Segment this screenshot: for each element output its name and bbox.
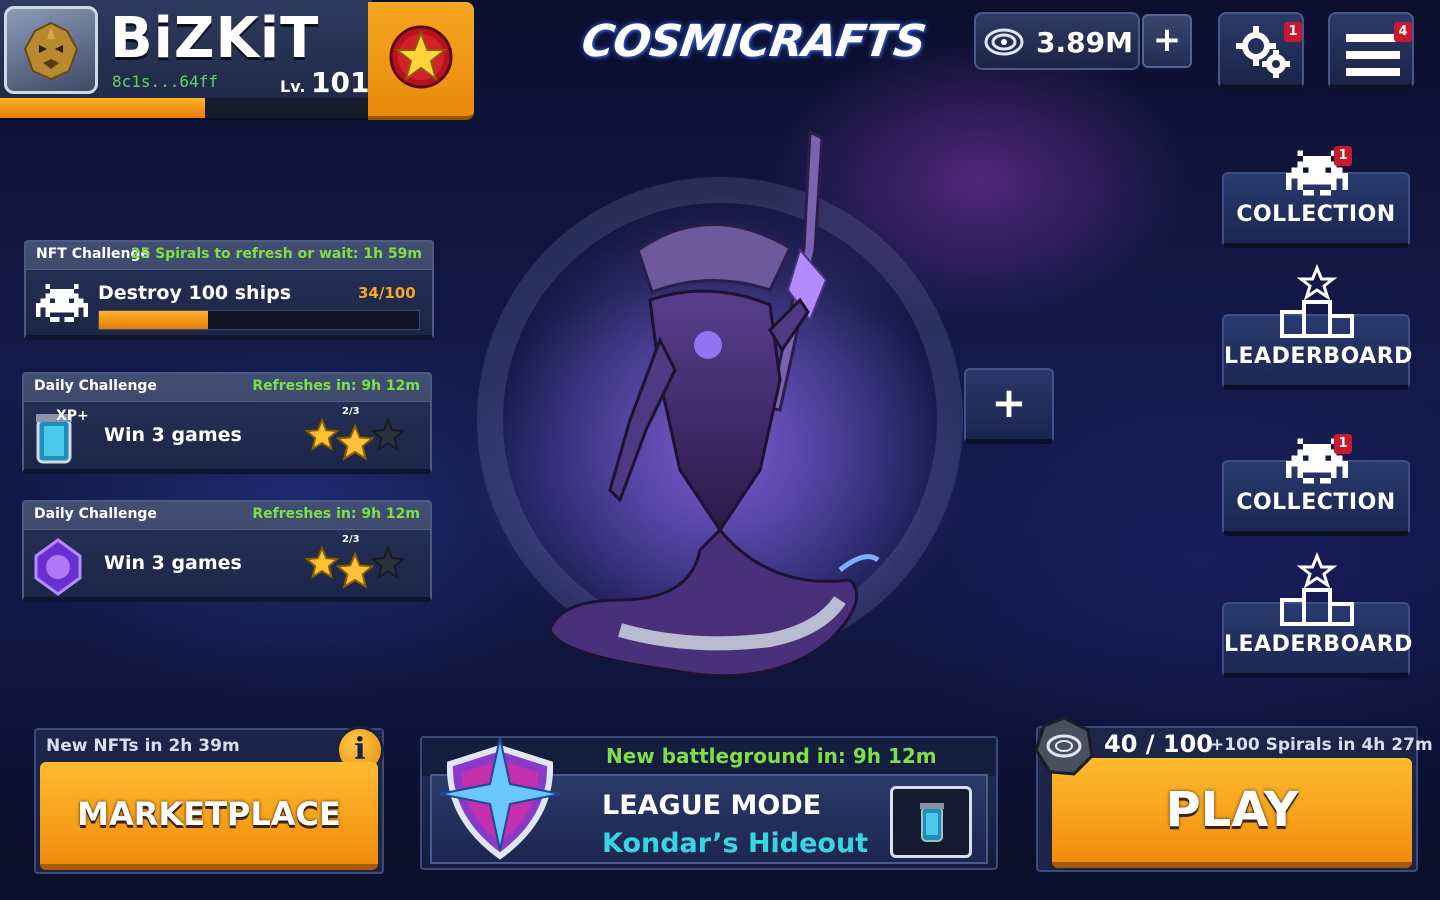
daily-challenge-title-1: Win 3 games <box>104 424 242 446</box>
star-filled-icon <box>304 545 340 580</box>
league-mode-title: LEAGUE MODE <box>602 790 822 821</box>
league-reward-slot[interactable] <box>890 786 972 858</box>
podium-icon <box>1280 264 1354 338</box>
battleground-timer: New battleground in: 9h 12m <box>606 744 937 768</box>
main-menu-button[interactable]: 4 <box>1328 12 1414 90</box>
player-profile-panel[interactable]: BiZKiT 8c1s...64ff Lv. 101 <box>0 0 372 120</box>
nft-challenge-progress-text: 34/100 <box>358 284 416 302</box>
daily-challenge-card-1[interactable]: Daily Challenge Refreshes in: 9h 12m XP+… <box>22 372 432 474</box>
commander-character <box>477 130 963 678</box>
xp-bar-fill <box>0 98 205 118</box>
daily-challenge-count-2: 2/3 <box>342 534 360 545</box>
daily-challenge-header-1: Daily Challenge Refreshes in: 9h 12m <box>24 374 430 402</box>
spirals-amount: 3.89M <box>1036 26 1133 59</box>
daily-challenge-count-1: 2/3 <box>342 406 360 417</box>
collection-notification-badge-1: 1 <box>1334 146 1352 166</box>
daily-challenge-label-1: Daily Challenge <box>34 378 157 394</box>
daily-challenge-stars-2 <box>304 545 414 594</box>
energy-refill-timer: +100 Spirals in 4h 27m <box>1210 735 1433 755</box>
podium-icon <box>1280 552 1354 626</box>
spiral-galaxy-icon <box>984 28 1024 56</box>
invader-icon <box>36 284 88 322</box>
nft-challenge-progress-bar <box>98 310 420 330</box>
star-filled-icon <box>335 423 375 461</box>
game-logo: COSMICRAFTS <box>578 16 929 67</box>
league-shield-icon <box>439 738 561 860</box>
daily-challenge-stars-1 <box>304 417 414 466</box>
spirals-currency: 3.89M <box>974 12 1140 70</box>
settings-notification-badge: 1 <box>1284 22 1302 42</box>
marketplace-panel: New NFTs in 2h 39m i MARKETPLACE <box>34 726 384 874</box>
settings-button[interactable]: 1 <box>1218 12 1304 90</box>
rank-star-icon <box>389 25 453 89</box>
nft-challenge-card[interactable]: NFT Challenge 25 Spirals to refresh or w… <box>24 240 434 340</box>
hamburger-menu-icon <box>1346 34 1400 76</box>
player-level: Lv. 101 <box>280 66 369 99</box>
nft-challenge-refresh: 25 Spirals to refresh or wait: 1h 59m <box>130 246 422 262</box>
menu-notification-badge: 4 <box>1394 22 1412 42</box>
star-rating <box>304 417 406 461</box>
level-number: 101 <box>310 66 370 99</box>
star-empty-icon <box>370 545 406 580</box>
leaderboard-label-1: LEADERBOARD <box>1224 344 1413 369</box>
daily-challenge-header-2: Daily Challenge Refreshes in: 9h 12m <box>24 502 430 530</box>
collection-label-2: COLLECTION <box>1236 490 1396 515</box>
daily-challenge-title-2: Win 3 games <box>104 552 242 574</box>
spiral-energy-icon <box>1034 716 1094 776</box>
new-nfts-countdown: New NFTs in 2h 39m <box>46 736 240 756</box>
lion-avatar-icon <box>23 21 79 81</box>
rank-button[interactable] <box>368 2 474 120</box>
play-button[interactable]: PLAY <box>1052 758 1412 868</box>
nft-challenge-progress-fill <box>99 311 208 329</box>
canister-icon <box>920 803 944 842</box>
player-name: BiZKiT <box>110 6 320 71</box>
daily-challenge-refresh-1: Refreshes in: 9h 12m <box>252 378 420 394</box>
add-unit-button[interactable]: + <box>964 368 1054 444</box>
daily-challenge-label-2: Daily Challenge <box>34 506 157 522</box>
star-filled-icon <box>335 551 375 589</box>
energy-count: 40 / 100 <box>1104 730 1213 758</box>
xp-badge-text: XP+ <box>56 408 89 424</box>
crystal-orb-icon <box>34 538 82 596</box>
star-filled-icon <box>304 417 340 452</box>
xp-bar <box>0 98 372 118</box>
leaderboard-label-2: LEADERBOARD <box>1224 632 1413 657</box>
wallet-address: 8c1s...64ff <box>112 72 218 91</box>
star-rating <box>304 545 406 589</box>
nft-challenge-header: NFT Challenge 25 Spirals to refresh or w… <box>26 242 432 270</box>
star-empty-icon <box>370 417 406 452</box>
level-prefix: Lv. <box>280 77 306 96</box>
player-avatar[interactable] <box>4 6 98 94</box>
marketplace-button[interactable]: MARKETPLACE <box>40 762 378 870</box>
league-map-name: Kondar’s Hideout <box>602 828 869 859</box>
daily-challenge-refresh-2: Refreshes in: 9h 12m <box>252 506 420 522</box>
nft-challenge-title: Destroy 100 ships <box>98 282 292 304</box>
collection-label-1: COLLECTION <box>1236 202 1396 227</box>
add-currency-button[interactable]: + <box>1142 14 1192 68</box>
daily-challenge-card-2[interactable]: Daily Challenge Refreshes in: 9h 12m Win… <box>22 500 432 602</box>
collection-notification-badge-2: 1 <box>1334 434 1352 454</box>
